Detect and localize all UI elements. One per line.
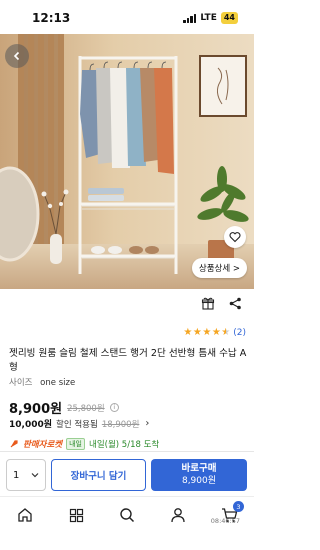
delivery-row: 판매자로켓 내일 내일(월) 5/18 도착 <box>9 438 159 450</box>
gift-icon[interactable] <box>201 296 215 310</box>
share-icon[interactable] <box>229 297 242 310</box>
nav-home[interactable] <box>15 505 35 525</box>
cart-count-badge: 3 <box>233 501 244 512</box>
chevron-down-icon <box>31 473 39 478</box>
nav-my-page[interactable] <box>168 505 188 525</box>
product-detail-button[interactable]: 상품상세 > <box>191 258 247 278</box>
buy-now-price: 8,900원 <box>181 476 217 486</box>
buy-now-button[interactable]: 바로구매 8,900원 <box>151 459 247 491</box>
rating-row[interactable]: ★ ★ ★ ★ ★ (2) <box>183 328 246 339</box>
half-star-icon: ★ <box>221 327 231 338</box>
star-icon: ★ <box>192 327 202 338</box>
heart-icon <box>229 232 241 243</box>
original-price: 25,800원 <box>67 403 105 414</box>
user-icon <box>171 508 185 523</box>
status-indicators: LTE 44 <box>183 12 238 24</box>
price-row: 8,900원 25,800원 i <box>9 398 119 417</box>
battery-icon: 44 <box>220 12 238 24</box>
coupon-row[interactable]: 10,000원 할인 적용됨 18,900원 › <box>9 417 149 430</box>
nav-search[interactable] <box>117 505 137 525</box>
coupon-text: 할인 적용됨 <box>56 419 98 430</box>
back-button[interactable] <box>5 44 29 68</box>
network-label: LTE <box>200 13 217 23</box>
bottom-nav: 3 08:46:57 <box>0 496 254 550</box>
delivery-badge: 내일 <box>66 438 85 450</box>
purchase-bar: 1 장바구니 담기 바로구매 8,900원 <box>0 451 254 496</box>
product-image[interactable] <box>0 34 254 289</box>
coupon-original-price: 18,900원 <box>101 419 140 430</box>
chevron-left-icon <box>13 51 20 61</box>
rocket-delivery-label: 판매자로켓 <box>23 440 63 450</box>
review-count[interactable]: (2) <box>233 328 246 338</box>
sale-price: 8,900원 <box>9 402 63 417</box>
clock-readout: 08:46:57 <box>210 517 240 525</box>
info-icon[interactable]: i <box>109 403 119 412</box>
rating-stars: ★ ★ ★ ★ ★ <box>183 328 230 338</box>
status-time: 12:13 <box>32 11 71 25</box>
option-value: one size <box>40 378 76 388</box>
chevron-right-icon: › <box>145 418 150 429</box>
grid-icon <box>69 508 83 522</box>
status-bar: 12:13 LTE 44 <box>0 0 254 34</box>
quantity-select[interactable]: 1 <box>6 459 46 491</box>
action-icons <box>201 296 242 310</box>
wishlist-button[interactable] <box>224 226 246 248</box>
option-label: 사이즈 <box>9 378 33 388</box>
quantity-value: 1 <box>13 469 20 481</box>
add-to-cart-button[interactable]: 장바구니 담기 <box>51 459 146 491</box>
coupon-price: 10,000원 <box>9 420 53 430</box>
star-icon: ★ <box>202 327 212 338</box>
delivery-date: 내일(월) 5/18 도착 <box>89 440 160 450</box>
signal-icon <box>183 13 197 23</box>
home-icon <box>18 508 32 522</box>
rocket-icon <box>10 440 18 448</box>
product-title: 젯리빙 원룸 슬림 철제 스탠드 행거 2단 선반형 틈새 수납 A형 <box>9 348 247 373</box>
star-icon: ★ <box>211 327 221 338</box>
search-icon <box>120 508 135 523</box>
product-photo-illustration <box>0 34 254 289</box>
option-row[interactable]: 사이즈 one size <box>9 376 75 388</box>
star-icon: ★ <box>183 327 193 338</box>
nav-categories[interactable] <box>66 505 86 525</box>
buy-now-label: 바로구매 <box>181 463 217 474</box>
